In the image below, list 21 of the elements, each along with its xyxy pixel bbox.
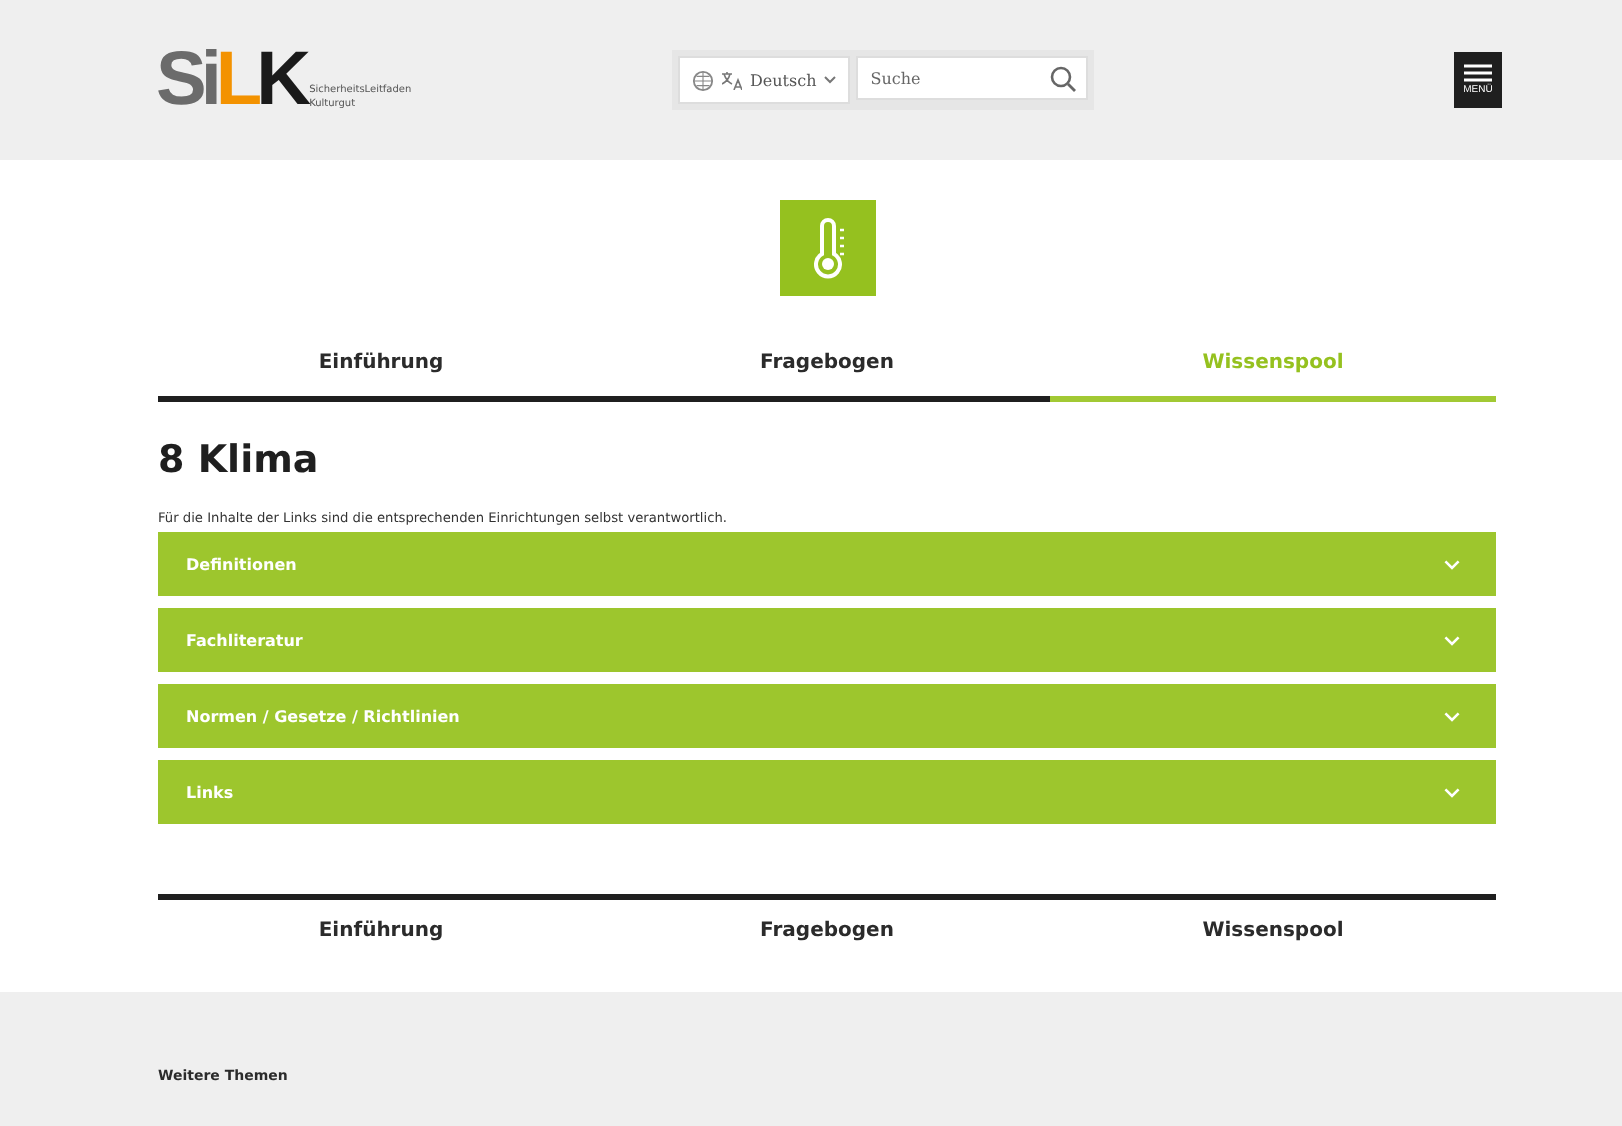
nav-link[interactable]: Fragebogen [604,900,1050,992]
chevron-down-icon [1444,559,1460,569]
logo-letter: L [215,38,257,122]
menu-icon [1464,64,1492,82]
chevron-down-icon [824,76,837,84]
section-tab[interactable]: Fragebogen [604,332,1050,402]
translate-icon [722,71,742,89]
search-field[interactable]: Suche [856,56,1089,100]
chevron-down-icon [1444,787,1460,797]
chevron-down-icon [1444,635,1460,645]
thermometer-icon [779,200,875,296]
logo-letter: K [256,38,306,122]
chevron-down-icon [1444,711,1460,721]
search-icon [1050,66,1077,92]
nav-link[interactable]: Einführung [158,900,604,992]
globe-icon [692,69,714,91]
nav-link[interactable]: Wissenspool [1050,900,1496,992]
page-heading: 8 Klima [158,438,321,482]
section-tab[interactable]: Einführung [158,332,604,402]
logo-letter: Si [156,38,216,122]
language-select[interactable]: Deutsch [678,56,851,104]
